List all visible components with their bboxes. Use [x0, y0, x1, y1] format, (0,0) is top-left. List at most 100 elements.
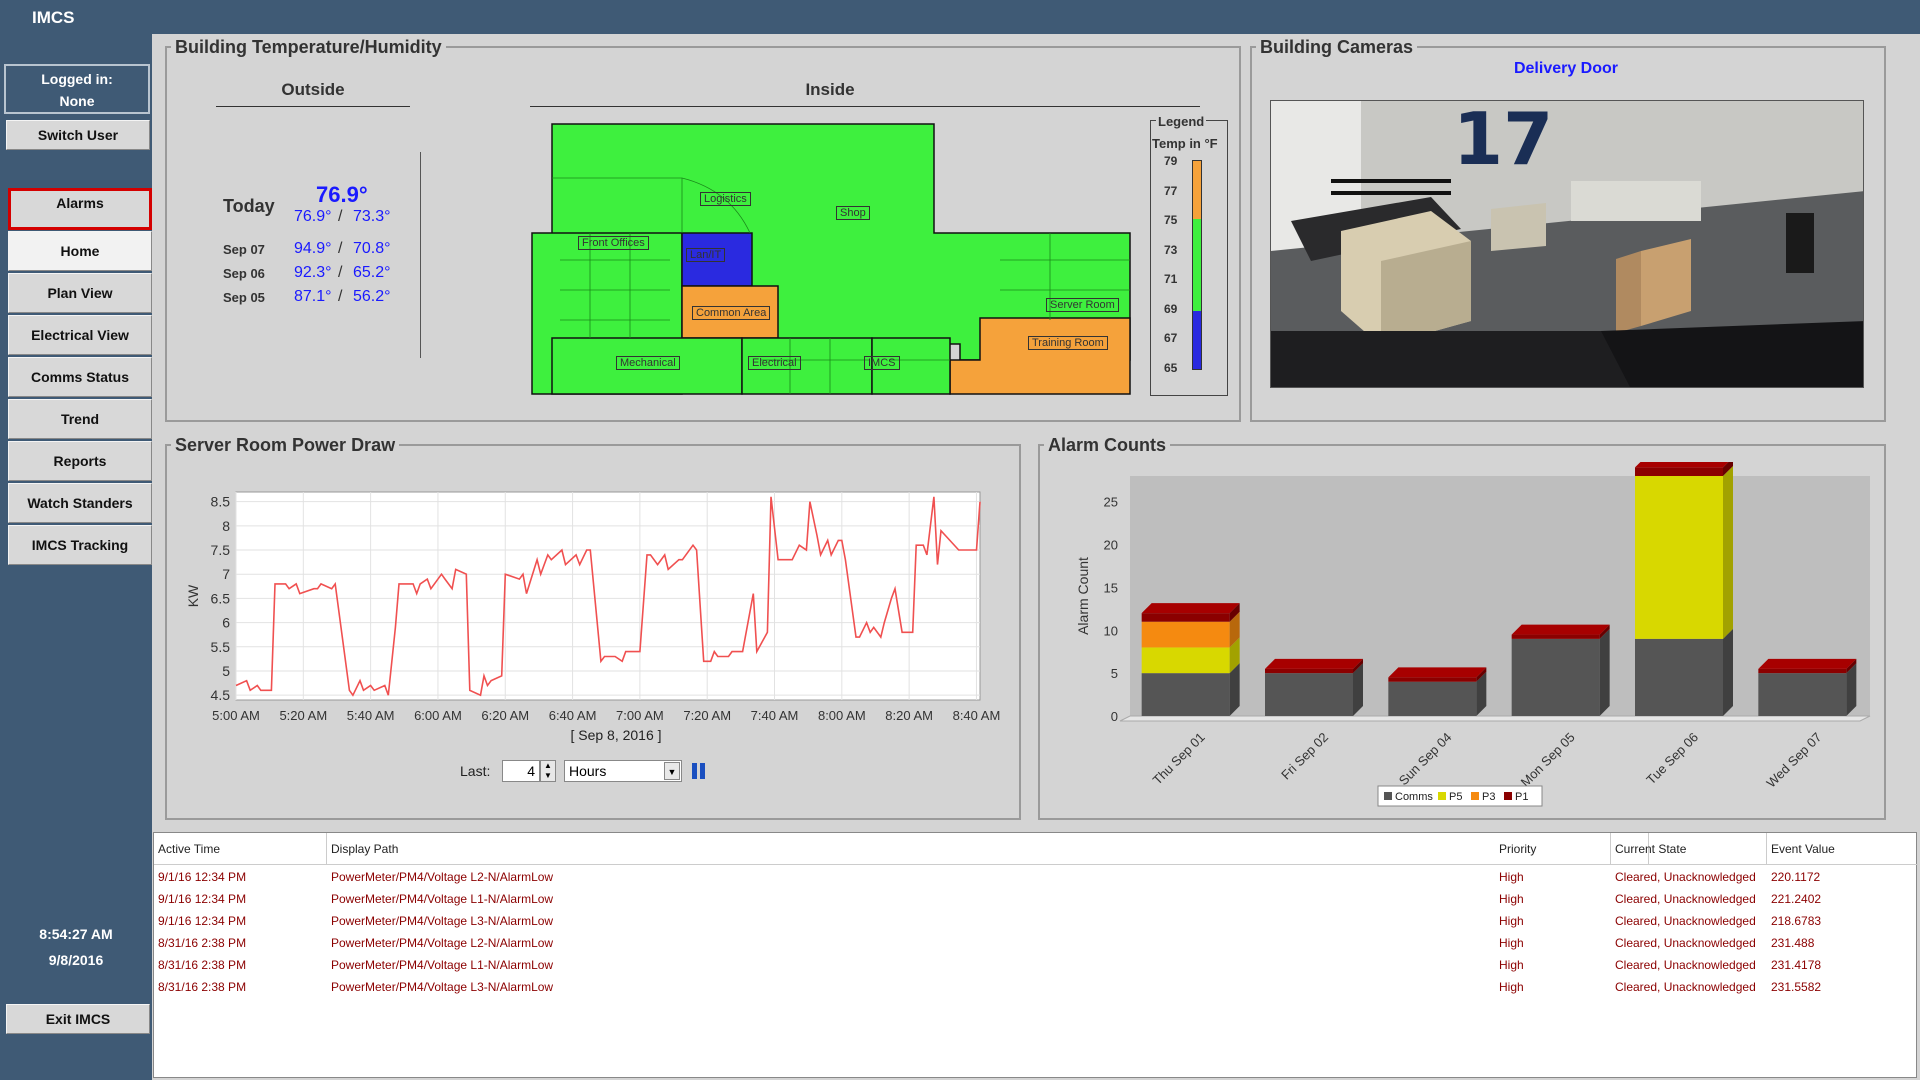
- bar-segment: [1265, 668, 1353, 674]
- table-cell: 9/1/16 12:34 PM: [158, 892, 247, 906]
- x-tick-label: 6:00 AM: [414, 708, 462, 723]
- bar-top: [1388, 667, 1487, 678]
- nav-comms-status[interactable]: Comms Status: [8, 357, 152, 397]
- legend-tick: 75: [1164, 213, 1178, 227]
- today-sep: /: [338, 208, 343, 225]
- bar-segment-side: [1599, 628, 1610, 716]
- x-tick-label: Mon Sep 05: [1518, 730, 1578, 790]
- legend-subtitle: Temp in °F: [1152, 136, 1218, 151]
- last-label: Last:: [460, 763, 491, 779]
- table-cell: 8/31/16 2:38 PM: [158, 936, 247, 950]
- legend-color-bar: [1192, 160, 1202, 370]
- exit-button[interactable]: Exit IMCS: [6, 1004, 150, 1034]
- nav-reports[interactable]: Reports: [8, 441, 152, 481]
- table-row[interactable]: 8/31/16 2:38 PM PowerMeter/PM4/Voltage L3…: [154, 977, 1918, 999]
- y-tick-label: 6: [222, 615, 230, 631]
- x-tick-label: 6:20 AM: [481, 708, 529, 723]
- legend-swatch: [1384, 792, 1392, 800]
- table-cell: 231.4178: [1771, 958, 1822, 972]
- table-row[interactable]: 9/1/16 12:34 PM PowerMeter/PM4/Voltage L3…: [154, 911, 1918, 933]
- table-cell: PowerMeter/PM4/Voltage L3-N/AlarmLow: [331, 914, 554, 928]
- table-cell: 231.488: [1771, 936, 1815, 950]
- pause-icon[interactable]: [692, 763, 706, 779]
- legend-tick: 67: [1164, 331, 1178, 345]
- x-tick-label: Fri Sep 02: [1278, 730, 1331, 783]
- table-cell: PowerMeter/PM4/Voltage L1-N/AlarmLow: [331, 958, 554, 972]
- power-date-label: [ Sep 8, 2016 ]: [570, 727, 662, 743]
- room-label-lan-it: Lan/IT: [686, 248, 726, 262]
- bar-segment: [1758, 668, 1847, 674]
- sidebar: Logged in: None Switch User Alarms Home …: [0, 34, 152, 1080]
- table-row[interactable]: 9/1/16 12:34 PM PowerMeter/PM4/Voltage L1…: [154, 889, 1918, 911]
- history-high: 92.3°: [294, 264, 332, 281]
- table-cell: 220.1172: [1771, 870, 1821, 884]
- nav-watch-standers[interactable]: Watch Standers: [8, 483, 152, 523]
- legend-label: P1: [1515, 791, 1528, 803]
- x-tick-label: 5:20 AM: [279, 708, 327, 723]
- bar-segment-side: [1723, 466, 1733, 639]
- table-cell: PowerMeter/PM4/Voltage L1-N/AlarmLow: [331, 892, 554, 906]
- table-cell: PowerMeter/PM4/Voltage L2-N/AlarmLow: [331, 870, 554, 884]
- history-low: 56.2°: [353, 288, 391, 305]
- nav-electrical-view[interactable]: Electrical View: [8, 315, 152, 355]
- table-row[interactable]: 8/31/16 2:38 PM PowerMeter/PM4/Voltage L1…: [154, 955, 1918, 977]
- table-cell: Cleared, Unacknowledged: [1615, 936, 1756, 950]
- room-label-training-room: Training Room: [1028, 336, 1108, 350]
- bar-top: [1758, 658, 1857, 669]
- header-display-path[interactable]: Display Path: [327, 833, 1649, 865]
- camera-feed[interactable]: 17: [1270, 100, 1864, 388]
- x-tick-label: 8:00 AM: [818, 708, 866, 723]
- history-sep: /: [338, 288, 343, 305]
- history-high: 87.1°: [294, 288, 332, 305]
- bar-segment: [1141, 613, 1230, 622]
- nav-trend[interactable]: Trend: [8, 399, 152, 439]
- y-tick-label: 6.5: [211, 590, 231, 606]
- header-event-value[interactable]: Event Value: [1767, 833, 1918, 865]
- nav-home[interactable]: Home: [8, 231, 152, 271]
- plot-floor: [1119, 715, 1871, 722]
- nav-plan-view[interactable]: Plan View: [8, 273, 152, 313]
- bar-segment: [1635, 467, 1723, 476]
- nav-imcs-tracking[interactable]: IMCS Tracking: [8, 525, 152, 565]
- alarms-button[interactable]: Alarms: [8, 188, 152, 230]
- chevron-down-icon[interactable]: ▼: [664, 762, 680, 780]
- bar-segment: [1388, 677, 1477, 682]
- y-tick-label: 20: [1104, 538, 1118, 553]
- unit-select[interactable]: Hours ▼: [564, 760, 682, 782]
- legend-tick: 71: [1164, 272, 1178, 286]
- plot-area: [235, 491, 981, 701]
- y-tick-label: 7: [222, 566, 230, 582]
- bar-segment: [1511, 634, 1600, 639]
- header-current-state[interactable]: Current State: [1611, 833, 1767, 865]
- x-tick-label: Thu Sep 01: [1150, 730, 1208, 788]
- bar-segment-side: [1723, 628, 1733, 716]
- bar-segment: [1388, 681, 1477, 716]
- outside-label: Outside: [281, 80, 345, 99]
- last-value-input[interactable]: 4: [502, 760, 540, 782]
- bar-segment: [1635, 638, 1723, 716]
- history-sep: /: [338, 240, 343, 257]
- last-value-stepper[interactable]: ▲ ▼: [540, 760, 556, 782]
- today-current-temp: 76.9°: [316, 182, 368, 207]
- bar-segment: [1141, 647, 1230, 674]
- bar-segment: [1141, 621, 1230, 648]
- legend-tick: 73: [1164, 243, 1178, 257]
- power-chart: 4.5 5 5.5 6 6.5 7 7.5 8 8.5 5:00 AM 5:20 AM 5:40 AM…: [185, 491, 1000, 723]
- switch-user-button[interactable]: Switch User: [6, 120, 150, 150]
- login-user: None: [59, 93, 95, 109]
- bar-segment: [1758, 673, 1847, 716]
- legend-swatch: [1471, 792, 1479, 800]
- y-tick-label: 7.5: [211, 542, 231, 558]
- table-row[interactable]: 8/31/16 2:38 PM PowerMeter/PM4/Voltage L2…: [154, 933, 1918, 955]
- table-row[interactable]: 9/1/16 12:34 PM PowerMeter/PM4/Voltage L2…: [154, 867, 1918, 889]
- y-axis-label: KW: [185, 584, 201, 607]
- table-cell: 221.2402: [1771, 892, 1822, 906]
- x-tick-label: 5:00 AM: [212, 708, 260, 723]
- header-active-time[interactable]: Active Time: [154, 833, 327, 865]
- table-cell: Cleared, Unacknowledged: [1615, 914, 1756, 928]
- table-cell: Cleared, Unacknowledged: [1615, 870, 1756, 884]
- header-priority[interactable]: Priority: [1495, 833, 1611, 865]
- table-cell: PowerMeter/PM4/Voltage L2-N/AlarmLow: [331, 936, 554, 950]
- table-cell: Cleared, Unacknowledged: [1615, 958, 1756, 972]
- x-tick-label: 6:40 AM: [549, 708, 597, 723]
